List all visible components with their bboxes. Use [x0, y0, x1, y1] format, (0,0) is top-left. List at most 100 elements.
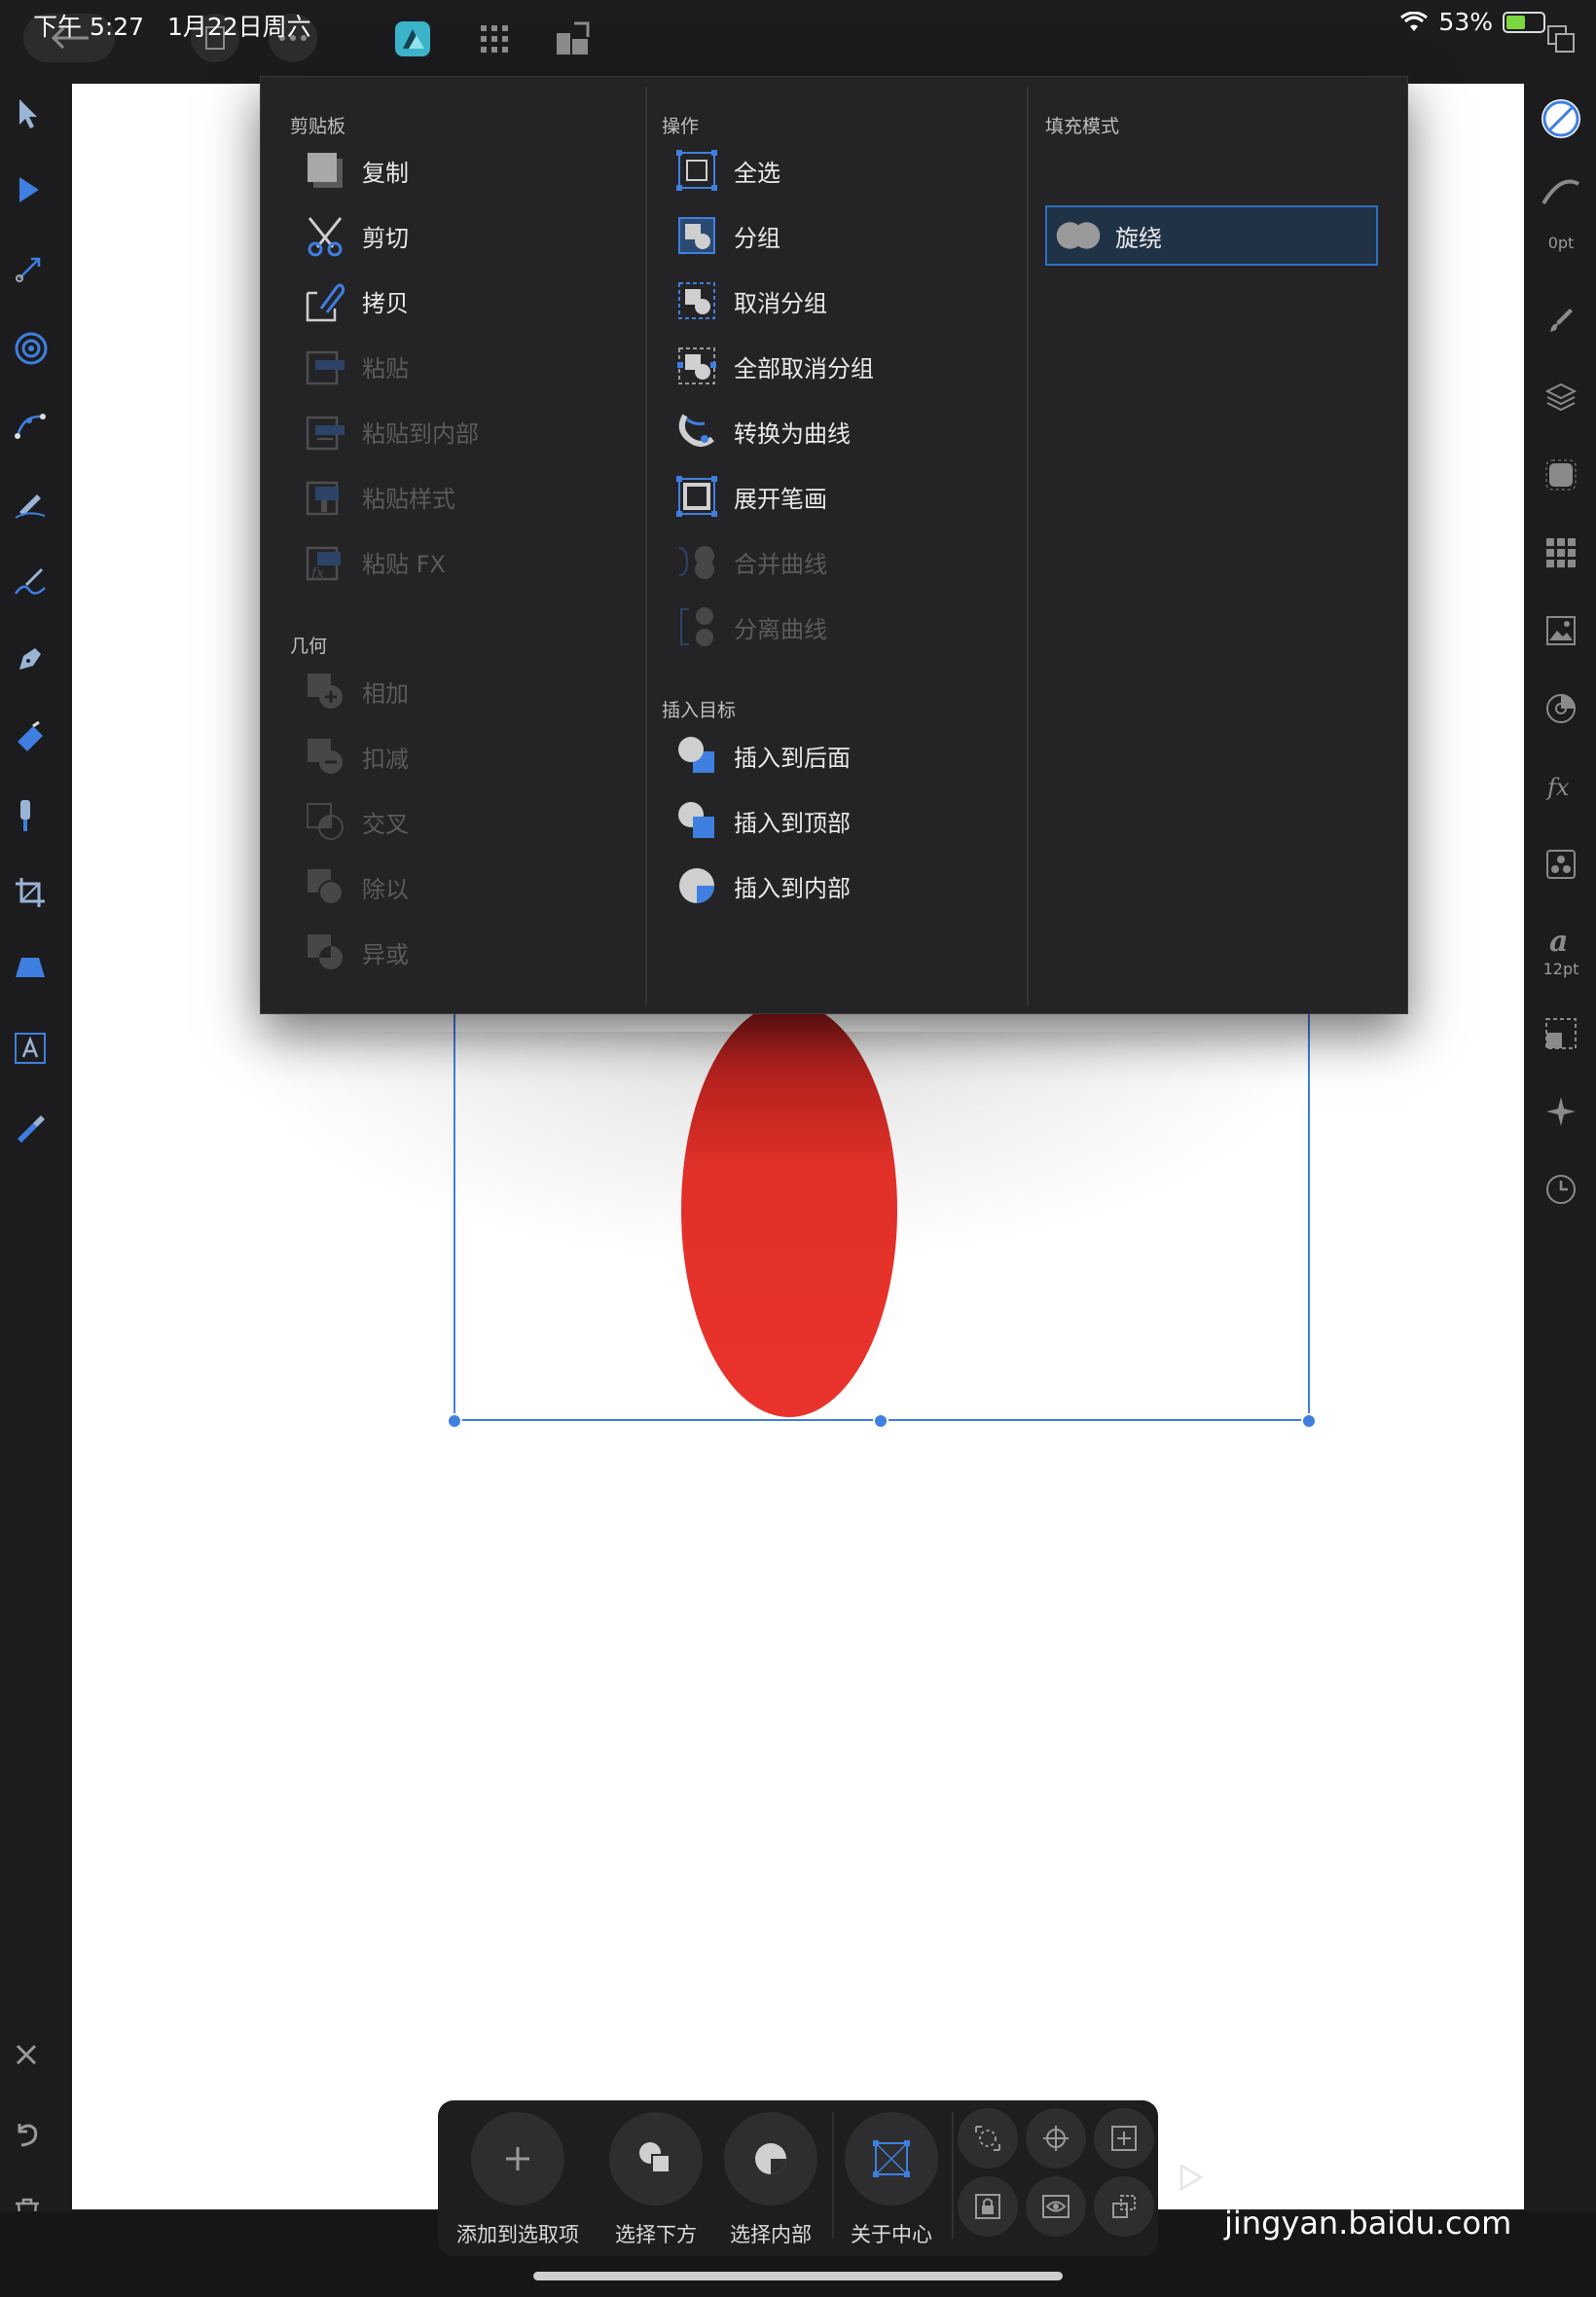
menu-item-intersect[interactable]: 交叉: [302, 793, 409, 850]
transform-origin-button[interactable]: [1026, 2108, 1086, 2169]
menu-item-insert-on-top[interactable]: 插入到顶部: [673, 792, 851, 849]
stroke-width-button[interactable]: [1540, 171, 1582, 214]
snap-button[interactable]: [958, 2108, 1018, 2169]
symbols-studio[interactable]: [1540, 843, 1582, 886]
menu-item-expand-stroke[interactable]: 展开笔画: [673, 468, 827, 525]
menu-item-copy[interactable]: 拷贝: [302, 273, 409, 329]
menu-item-winding[interactable]: 旋绕: [1045, 205, 1378, 266]
fit-icon: [1111, 2126, 1137, 2151]
lock-button[interactable]: [958, 2176, 1018, 2237]
add-to-selection-button[interactable]: [471, 2112, 564, 2206]
point-transform-tool[interactable]: [14, 331, 56, 374]
menu-item-divide[interactable]: 除以: [302, 858, 409, 915]
brush-studio-icon: [1550, 309, 1573, 332]
trapezoid-icon: [16, 958, 45, 977]
menu-item-paste-fx[interactable]: fx 粘贴 FX: [302, 533, 446, 590]
select-under-button[interactable]: [609, 2112, 703, 2206]
menu-item-label: 粘贴到内部: [362, 419, 479, 448]
right-studio-panel: 0pt fx a 12pt ?: [1526, 0, 1596, 2297]
color-studio[interactable]: [1540, 687, 1582, 730]
effects-studio[interactable]: fx: [1540, 765, 1582, 808]
pen-tool[interactable]: [14, 642, 56, 685]
menu-item-ungroup-all[interactable]: 全部取消分组: [673, 338, 874, 394]
font-size-label: 12pt: [1542, 960, 1579, 978]
fill-stroke-swatch[interactable]: [1540, 97, 1582, 140]
close-button[interactable]: [14, 2042, 56, 2085]
menu-item-xor[interactable]: 异或: [302, 924, 409, 980]
shape-tool[interactable]: [14, 954, 56, 997]
move-tool[interactable]: [14, 97, 56, 140]
menu-item-separate-curves[interactable]: 分离曲线: [673, 599, 827, 655]
transparency-tool[interactable]: [14, 798, 56, 841]
svg-text:fx: fx: [1545, 774, 1570, 801]
fit-button[interactable]: [1094, 2108, 1154, 2169]
pen-node-tool[interactable]: [14, 409, 56, 452]
menu-item-join-curves[interactable]: 合并曲线: [673, 533, 827, 590]
about-center-button[interactable]: [845, 2112, 938, 2206]
watermark-logo: Baidu经验: [1224, 2136, 1522, 2200]
about-center-icon: [873, 2140, 910, 2177]
undo-button[interactable]: [14, 2120, 56, 2163]
menu-item-select-all[interactable]: 全选: [673, 142, 780, 199]
visibility-button[interactable]: [1026, 2176, 1086, 2237]
menu-item-convert-to-curves[interactable]: 转换为曲线: [673, 403, 851, 459]
brushes-studio[interactable]: [1540, 298, 1582, 341]
play-button[interactable]: [1178, 2163, 1205, 2196]
menu-item-duplicate[interactable]: 复制: [302, 142, 409, 199]
color-picker-tool[interactable]: [14, 1110, 56, 1152]
menu-item-label[interactable]: 全选: [734, 154, 780, 188]
corner-tool-icon: [16, 257, 41, 282]
arrange-button[interactable]: [1094, 2176, 1154, 2237]
menu-item-group[interactable]: 分组: [673, 207, 780, 264]
crop-tool[interactable]: [14, 876, 56, 919]
menu-item-cut[interactable]: 剪切: [302, 207, 409, 264]
menu-item-label: 分离曲线: [734, 615, 827, 643]
selection-handle-bottom-center[interactable]: [873, 1413, 889, 1429]
menu-divider: [645, 87, 647, 1005]
menu-item-add[interactable]: 相加: [302, 663, 409, 719]
clipboard-section-title: 剪贴板: [290, 116, 346, 137]
about-center-label: 关于中心: [851, 2223, 932, 2246]
corner-tool[interactable]: [14, 253, 56, 296]
swatches-studio[interactable]: [1540, 531, 1582, 574]
selection-box[interactable]: [453, 1003, 1310, 1421]
menu-item-paste-style[interactable]: 粘贴样式: [302, 468, 455, 525]
play-icon: [1179, 2163, 1204, 2192]
menu-item-label: 复制: [362, 159, 409, 187]
menu-item-label: 粘贴 FX: [362, 550, 446, 578]
menu-divider: [1027, 87, 1029, 1005]
fill-mode-section-title: 填充模式: [1045, 116, 1120, 137]
appearance-studio[interactable]: [1540, 454, 1582, 496]
ungroup-icon: [673, 277, 720, 324]
insert-target-section-title: 插入目标: [662, 700, 737, 721]
select-inside-button[interactable]: [724, 2112, 817, 2206]
history-studio[interactable]: [1540, 1168, 1582, 1211]
transform-studio[interactable]: [1540, 1012, 1582, 1055]
fill-tool[interactable]: [14, 720, 56, 763]
text-studio[interactable]: a: [1540, 919, 1582, 962]
menu-item-label: 扣减: [362, 745, 409, 773]
vector-brush-tool[interactable]: [14, 565, 56, 607]
stock-studio[interactable]: [1540, 609, 1582, 652]
menu-item-insert-inside[interactable]: 插入到内部: [673, 857, 851, 914]
menu-item-ungroup[interactable]: 取消分组: [673, 273, 827, 329]
menu-item-insert-behind[interactable]: 插入到后面: [673, 727, 851, 784]
menu-item-label: 交叉: [362, 810, 409, 838]
menu-item-paste-inside[interactable]: 粘贴到内部: [302, 403, 479, 459]
target-icon: [15, 332, 48, 365]
battery-icon: [1503, 11, 1545, 33]
transform-icon: [1545, 1018, 1577, 1049]
text-tool[interactable]: [14, 1032, 56, 1075]
navigator-studio[interactable]: [1540, 1090, 1582, 1133]
selection-handle-bottom-right[interactable]: [1301, 1413, 1317, 1429]
pencil-tool[interactable]: [14, 487, 56, 529]
home-indicator[interactable]: [533, 2272, 1063, 2280]
select-all-icon: [673, 147, 720, 194]
menu-item-label: 插入到顶部: [734, 809, 851, 837]
menu-item-paste[interactable]: 粘贴: [302, 338, 409, 394]
layers-studio[interactable]: [1540, 376, 1582, 419]
menu-item-subtract[interactable]: 扣减: [302, 728, 409, 784]
selection-handle-bottom-left[interactable]: [447, 1413, 462, 1429]
node-tool[interactable]: [14, 175, 56, 218]
undo-icon: [18, 2124, 38, 2147]
